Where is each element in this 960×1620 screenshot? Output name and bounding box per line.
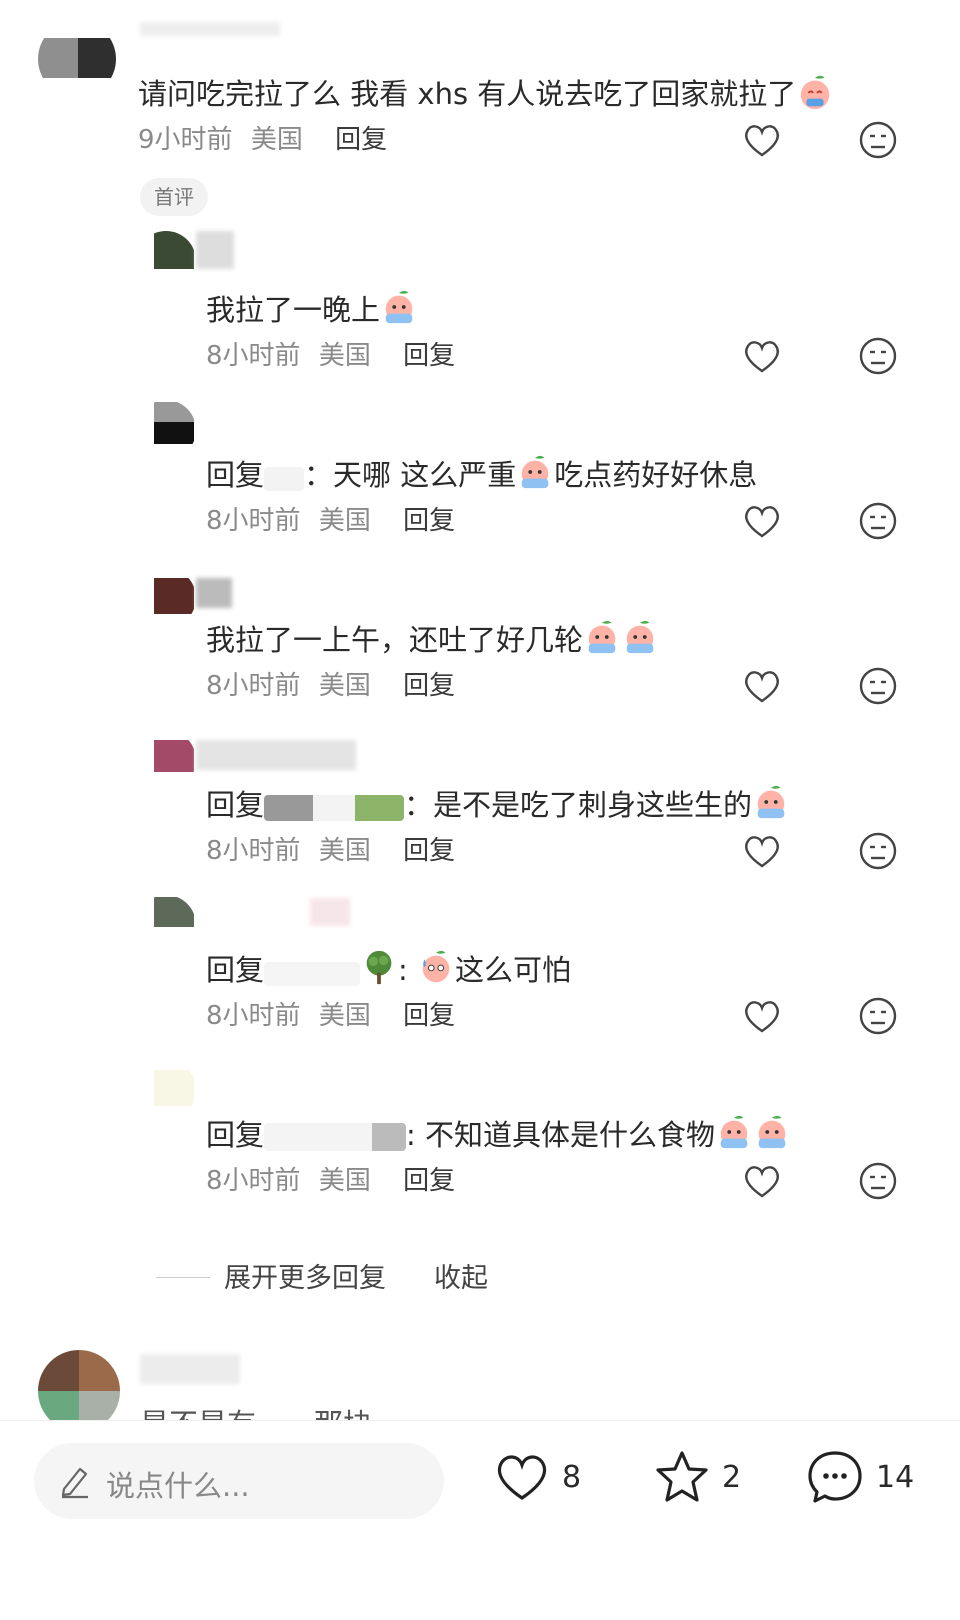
comment-meta: 9小时前 美国 回复 — [138, 124, 387, 156]
bottom-action-bar: 说点什么... 8 2 14 — [0, 1420, 960, 1620]
reply-meta: 8小时前 美国 回复 — [206, 1166, 456, 1196]
username-redacted[interactable] — [264, 1123, 407, 1151]
next-comment-text: 是不是有……那块 — [140, 1406, 372, 1420]
comment-time: 9小时前 — [138, 125, 233, 155]
like-heart-icon[interactable] — [742, 668, 782, 704]
username-redacted[interactable] — [140, 22, 280, 36]
username-redacted[interactable] — [310, 898, 350, 926]
username-redacted[interactable] — [140, 1354, 240, 1384]
comment-action[interactable]: 14 — [806, 1447, 914, 1507]
pencil-icon — [61, 1467, 88, 1499]
reply-text: 回复 ：是不是吃了刺身这些生的 — [206, 783, 790, 823]
crying-peach-emoji — [385, 290, 413, 324]
reply-meta: 8小时前 美国 回复 — [206, 1001, 456, 1031]
username-redacted[interactable] — [264, 962, 361, 986]
crying-peach-emoji — [801, 75, 830, 110]
reply-meta: 8小时前 美国 回复 — [206, 836, 456, 866]
star-icon — [656, 1451, 708, 1502]
sweat-emoji — [422, 950, 450, 983]
reply-meta: 8小时前 美国 回复 — [206, 341, 456, 371]
crying-peach-emoji — [758, 1115, 786, 1149]
avatar[interactable] — [136, 231, 196, 291]
like-heart-icon[interactable] — [742, 833, 782, 869]
avatar[interactable] — [136, 400, 196, 460]
reply-button[interactable]: 回复 — [403, 836, 455, 866]
comment-text: 请问吃完拉了么 我看 xhs 有人说去吃了回家就拉了 — [138, 72, 834, 112]
like-heart-icon[interactable] — [742, 503, 782, 539]
avatar[interactable] — [136, 730, 196, 790]
username-redacted[interactable] — [196, 740, 356, 770]
like-action[interactable]: 8 — [494, 1447, 581, 1507]
avatar[interactable] — [136, 1060, 196, 1120]
reply-button[interactable]: 回复 — [403, 506, 455, 536]
crying-peach-emoji — [588, 620, 616, 654]
crying-peach-emoji — [626, 620, 654, 654]
meh-face-icon[interactable] — [858, 996, 898, 1036]
reply-button[interactable]: 回复 — [403, 1001, 455, 1031]
star-count: 2 — [722, 1459, 742, 1495]
heart-icon — [497, 1455, 547, 1500]
tree-emoji — [366, 950, 392, 985]
meh-face-icon[interactable] — [858, 336, 898, 376]
like-heart-icon[interactable] — [742, 338, 782, 374]
expand-more-replies-button[interactable]: 展开更多回复 — [224, 1263, 386, 1294]
comment-input[interactable]: 说点什么... — [34, 1443, 444, 1519]
crying-peach-emoji — [521, 455, 549, 489]
meh-face-icon[interactable] — [858, 831, 898, 871]
crying-peach-emoji — [720, 1115, 748, 1149]
comment-input-placeholder: 说点什么... — [106, 1469, 250, 1503]
divider — [156, 1277, 210, 1278]
expand-more-row: 展开更多回复 收起 — [156, 1256, 488, 1295]
like-count: 8 — [562, 1459, 582, 1495]
reply-button[interactable]: 回复 — [403, 341, 455, 371]
reply-text: 回复 ：天哪 这么严重 吃点药好好休息 — [206, 453, 757, 493]
username-redacted[interactable] — [264, 467, 305, 491]
username-redacted[interactable] — [196, 578, 232, 608]
reply-button[interactable]: 回复 — [335, 125, 387, 155]
meh-face-icon[interactable] — [858, 501, 898, 541]
first-comment-tag: 首评 — [140, 178, 208, 216]
reply-meta: 8小时前 美国 回复 — [206, 506, 456, 536]
reply-button[interactable]: 回复 — [403, 671, 455, 701]
username-redacted[interactable] — [264, 795, 405, 821]
meh-face-icon[interactable] — [858, 666, 898, 706]
like-heart-icon[interactable] — [742, 998, 782, 1034]
avatar[interactable] — [136, 568, 196, 628]
comment-bubble-icon — [808, 1451, 862, 1503]
avatar[interactable] — [136, 895, 196, 955]
crying-peach-emoji — [757, 785, 785, 819]
reply-meta: 8小时前 美国 回复 — [206, 671, 456, 701]
reply-text: 回复: 这么可怕 — [206, 948, 571, 988]
reply-text: 回复: 不知道具体是什么食物 — [206, 1113, 791, 1153]
meh-face-icon[interactable] — [858, 120, 898, 160]
collapse-button[interactable]: 收起 — [434, 1263, 488, 1294]
reply-text: 我拉了一上午，还吐了好几轮 — [206, 618, 659, 658]
reply-button[interactable]: 回复 — [403, 1166, 455, 1196]
comment-count: 14 — [876, 1459, 915, 1495]
favorite-action[interactable]: 2 — [654, 1447, 741, 1507]
comment-location: 美国 — [250, 125, 303, 155]
reply-text: 我拉了一晚上 — [206, 288, 418, 328]
username-redacted[interactable] — [196, 231, 234, 269]
meh-face-icon[interactable] — [858, 1161, 898, 1201]
like-heart-icon[interactable] — [742, 1163, 782, 1199]
avatar[interactable] — [38, 20, 116, 98]
like-heart-icon[interactable] — [742, 122, 782, 158]
